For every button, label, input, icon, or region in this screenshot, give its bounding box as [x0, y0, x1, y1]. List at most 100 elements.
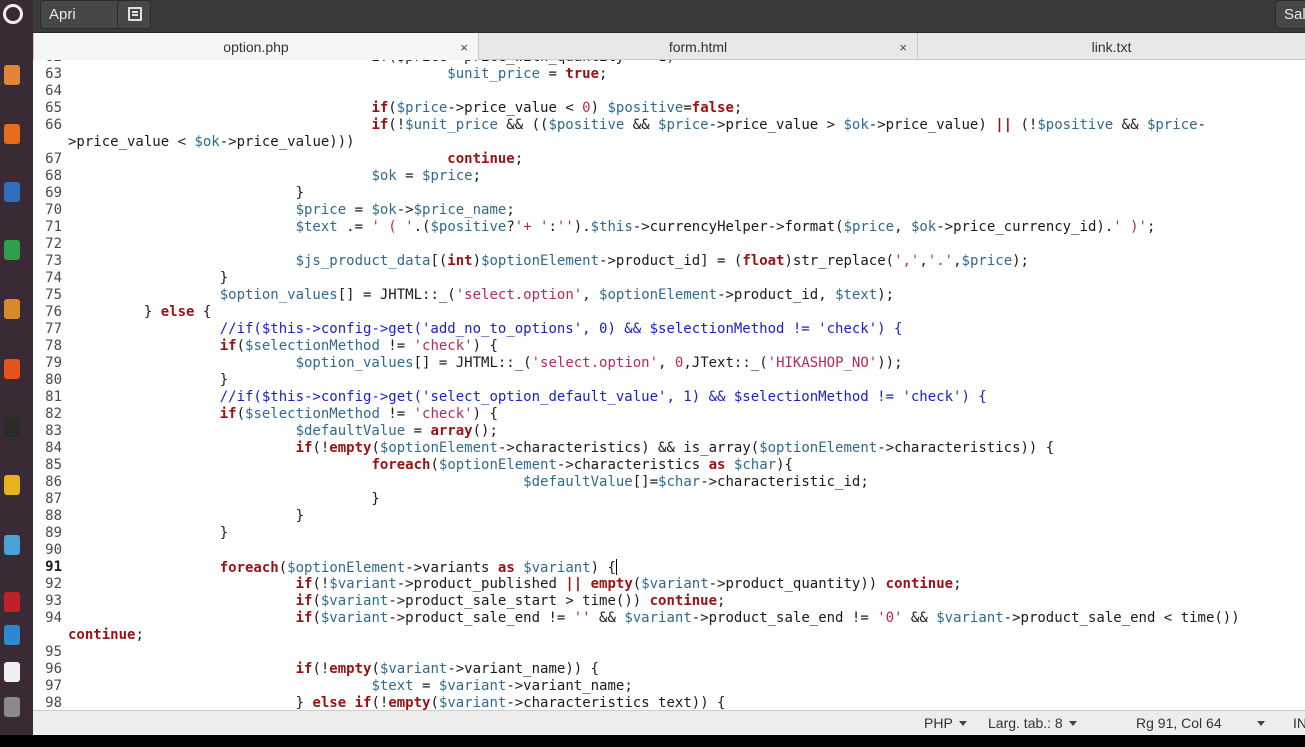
code-line[interactable]: if($selectionMethod != 'check') {	[68, 406, 1305, 423]
code-line[interactable]: //if($this->config->get('add_no_to_optio…	[68, 321, 1305, 338]
code-line[interactable]: }	[68, 372, 1305, 389]
code-token: (!	[388, 117, 406, 133]
code-line[interactable]: $unit_price = true;	[68, 66, 1305, 83]
code-token: 'check'	[413, 338, 473, 354]
line-number: 64	[45, 83, 62, 99]
code-token: ->price_value <	[447, 100, 583, 116]
terminal-icon[interactable]	[0, 410, 24, 444]
code-line[interactable]: foreach($optionElement->variants as $var…	[68, 559, 1305, 576]
impress-icon-glyph	[4, 299, 20, 319]
code-line[interactable]: if($selectionMethod != 'check') {	[68, 338, 1305, 355]
insert-mode-indicator[interactable]: INS	[1293, 711, 1305, 736]
filezilla-icon[interactable]	[0, 585, 24, 619]
code-token: $price	[295, 202, 347, 218]
calc-icon[interactable]	[0, 233, 24, 267]
line-number: 74	[45, 270, 62, 286]
code-line[interactable]: if(!empty($variant->variant_name)) {	[68, 661, 1305, 678]
code-token: if	[219, 338, 237, 354]
code-token: if	[295, 576, 313, 592]
code-token: $text	[371, 678, 414, 694]
code-token: }	[68, 525, 229, 541]
code-line[interactable]: $option_values[] = JHTML::_('select.opti…	[68, 287, 1305, 304]
cursor-position-selector[interactable]: Rg 91, Col 64	[1136, 711, 1222, 736]
code-line[interactable]: $price = $ok->$price_name;	[68, 202, 1305, 219]
code-line[interactable]	[68, 542, 1305, 559]
new-document-button[interactable]	[117, 0, 151, 29]
line-number: 78	[45, 338, 62, 354]
code-line[interactable]: >price_value < $ok->price_value)))	[68, 134, 1305, 151]
code-line[interactable]: }	[68, 508, 1305, 525]
tab-label: option.php	[223, 39, 289, 55]
code-line[interactable]	[68, 236, 1305, 253]
code-line[interactable]: $text .= ' ( '.($positive?'+ ':'').$this…	[68, 219, 1305, 236]
code-line[interactable]	[68, 644, 1305, 661]
code-line[interactable]: if($variant->product_sale_end != '' && $…	[68, 610, 1305, 627]
code-line[interactable]: }	[68, 491, 1305, 508]
code-token: {	[194, 304, 212, 320]
writer-icon[interactable]	[0, 175, 24, 209]
code-line[interactable]: foreach($optionElement->characteristics …	[68, 457, 1305, 474]
archive-icon[interactable]	[0, 468, 24, 502]
code-line[interactable]: $defaultValue[]=$char->characteristic_id…	[68, 474, 1305, 491]
software-center-icon[interactable]	[0, 352, 24, 386]
code-token: ,	[658, 355, 675, 371]
code-line[interactable]: }	[68, 525, 1305, 542]
code-line[interactable]: }	[68, 185, 1305, 202]
code-line[interactable]: $defaultValue = array();	[68, 423, 1305, 440]
code-token: (!	[1012, 117, 1038, 133]
language-selector[interactable]: PHP	[924, 711, 967, 736]
code-line[interactable]: $option_values[] = JHTML::_('select.opti…	[68, 355, 1305, 372]
code-editor-icon[interactable]	[0, 618, 24, 652]
code-token: &&	[902, 610, 937, 626]
save-button[interactable]: Salva	[1275, 0, 1305, 29]
code-line[interactable]: $js_product_data[(int)$optionElement->pr…	[68, 253, 1305, 270]
code-line[interactable]: $text = $variant->variant_name;	[68, 678, 1305, 695]
code-line[interactable]: } else {	[68, 304, 1305, 321]
code-line[interactable]: if($price->price_value < 0) $positive=fa…	[68, 100, 1305, 117]
disk-icon[interactable]	[0, 690, 24, 724]
code-line[interactable]: //if($this->config->get('select_option_d…	[68, 389, 1305, 406]
layers-icon[interactable]	[0, 528, 24, 562]
layers-icon-glyph	[4, 535, 20, 555]
code-token: int	[447, 253, 473, 269]
code-token: ->	[396, 202, 414, 218]
code-token: else	[160, 304, 195, 320]
code-line[interactable]: }	[68, 270, 1305, 287]
firefox-icon[interactable]	[0, 117, 24, 151]
code-line[interactable]: $ok = $price;	[68, 168, 1305, 185]
code-editor[interactable]: 6263646566676869707172737475767778798081…	[33, 60, 1305, 710]
code-editor-icon-glyph	[4, 625, 20, 645]
close-icon[interactable]: ×	[460, 33, 468, 62]
code-token: $optionElement	[759, 440, 878, 456]
code-line[interactable]: } else if(!empty($variant->characteristi…	[68, 695, 1305, 710]
tab-width-selector[interactable]: Larg. tab.: 8	[988, 711, 1077, 736]
tab-link-txt[interactable]: link.txt	[917, 33, 1305, 60]
close-icon[interactable]: ×	[899, 33, 907, 62]
code-line[interactable]: if(!$unit_price && (($positive && $price…	[68, 117, 1305, 134]
code-line[interactable]: if(!empty($optionElement->characteristic…	[68, 440, 1305, 457]
code-line[interactable]: if($variant->product_sale_start > time()…	[68, 593, 1305, 610]
position-menu-arrow[interactable]	[1251, 711, 1265, 736]
code-token: ) {	[472, 338, 498, 354]
code-line[interactable]: if(!$variant->product_published || empty…	[68, 576, 1305, 593]
code-token: ,	[919, 253, 928, 269]
code-line[interactable]	[68, 83, 1305, 100]
code-line[interactable]: continue;	[68, 151, 1305, 168]
tab-option-php[interactable]: option.php ×	[33, 33, 479, 60]
save-button-label: Salva	[1284, 6, 1305, 23]
code-token: (!	[312, 576, 330, 592]
code-token: $variant	[624, 610, 692, 626]
tab-form-html[interactable]: form.html ×	[479, 33, 917, 60]
files-icon[interactable]	[0, 58, 24, 92]
text-editor-icon[interactable]	[0, 655, 24, 689]
code-token: $price	[1146, 117, 1198, 133]
ubuntu-logo-icon[interactable]	[0, 0, 24, 34]
code-token: //if($this->config->get('add_no_to_optio…	[219, 321, 903, 337]
code-line[interactable]: continue;	[68, 627, 1305, 644]
code-token: (	[278, 560, 288, 576]
impress-icon[interactable]	[0, 292, 24, 326]
new-document-icon	[128, 7, 142, 21]
